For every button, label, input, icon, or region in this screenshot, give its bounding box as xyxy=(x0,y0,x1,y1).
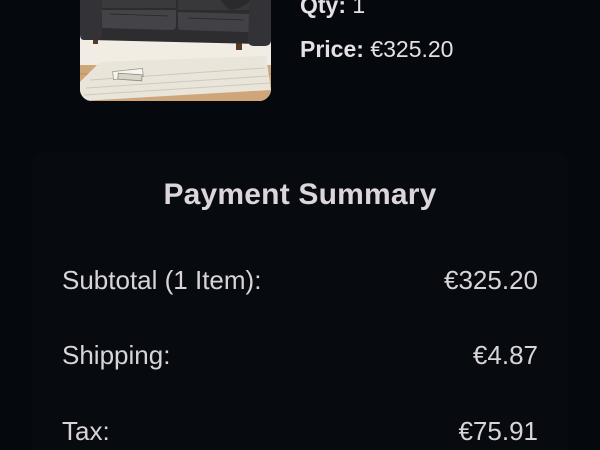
shipping-value: €4.87 xyxy=(472,340,538,370)
quantity-line: Qty: 1 xyxy=(300,0,365,19)
subtotal-value: €325.20 xyxy=(444,265,538,295)
summary-row-subtotal: Subtotal (1 Item): €325.20 xyxy=(62,265,538,301)
summary-row-tax: Tax: €75.91 xyxy=(62,416,538,450)
quantity-value: 1 xyxy=(352,0,366,18)
tax-label: Tax: xyxy=(62,416,110,446)
summary-row-shipping: Shipping: €4.87 xyxy=(62,340,538,376)
price-value: €325.20 xyxy=(370,36,454,62)
tax-value: €75.91 xyxy=(458,416,538,446)
price-line: Price: €325.20 xyxy=(300,36,453,63)
subtotal-label: Subtotal (1 Item): xyxy=(62,265,262,295)
payment-summary-title: Payment Summary xyxy=(163,178,437,211)
sofa-product-image[interactable] xyxy=(80,0,271,101)
shipping-label: Shipping: xyxy=(62,340,171,370)
quantity-label: Qty: xyxy=(300,0,346,18)
cart-item: Qty: 1 Price: €325.20 xyxy=(0,0,600,110)
price-label: Price: xyxy=(300,36,364,62)
checkout-screen: Qty: 1 Price: €325.20 Payment Summary Su… xyxy=(0,0,600,450)
